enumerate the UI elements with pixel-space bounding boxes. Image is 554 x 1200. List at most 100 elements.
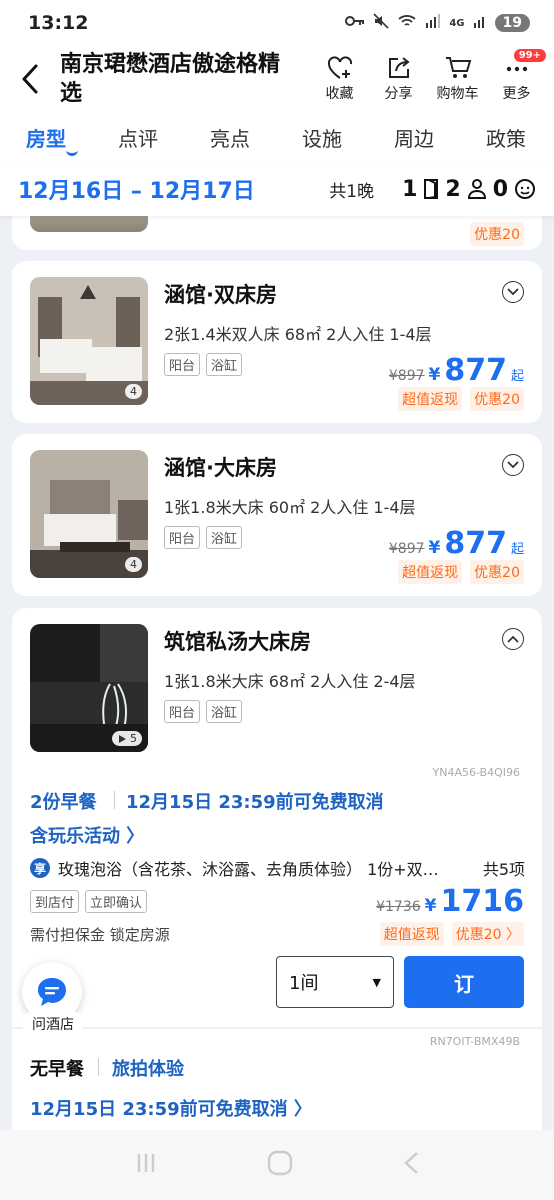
adult-icon bbox=[467, 179, 486, 199]
chevron-up-icon bbox=[507, 635, 519, 643]
recents-icon bbox=[138, 1154, 155, 1172]
room-photo[interactable]: 4 bbox=[30, 450, 148, 578]
tab-rooms[interactable]: 房型 bbox=[0, 123, 92, 156]
tab-policy[interactable]: 政策 bbox=[460, 123, 552, 152]
collapse-button[interactable] bbox=[502, 628, 524, 650]
stay-dates[interactable]: 12月16日 – 12月17日 bbox=[18, 173, 255, 205]
tag-balcony: 阳台 bbox=[164, 353, 201, 376]
breakfast-info: 无早餐 bbox=[30, 1059, 84, 1080]
currency: ¥ bbox=[424, 896, 437, 916]
favorite-button[interactable]: 收藏 bbox=[310, 55, 369, 103]
room-price: ¥897 ¥ 877 起 bbox=[389, 526, 524, 561]
room-tags: 阳台 浴缸 bbox=[164, 526, 243, 549]
tag-bathtub: 浴缸 bbox=[206, 353, 243, 376]
dropdown-caret-icon: ▼ bbox=[372, 975, 381, 989]
children-count: 0 bbox=[492, 176, 508, 202]
tag-balcony: 阳台 bbox=[164, 526, 201, 549]
section-tabs: 房型 点评 亮点 设施 周边 政策 bbox=[0, 112, 554, 162]
play-icon bbox=[119, 734, 126, 743]
activity-link[interactable]: 含玩乐活动 〉 bbox=[30, 822, 144, 848]
rate-code: RN7OIT-BMX49B bbox=[429, 1035, 520, 1048]
wifi-icon bbox=[397, 13, 417, 33]
tab-nearby[interactable]: 周边 bbox=[368, 123, 460, 152]
signal-icon-2 bbox=[473, 14, 487, 32]
chevron-down-icon bbox=[507, 461, 519, 469]
room-quantity-value: 1间 bbox=[289, 973, 319, 994]
promo-tags: 超值返现 优惠20 bbox=[398, 387, 524, 411]
tab-highlights[interactable]: 亮点 bbox=[184, 123, 276, 152]
breakfast-info: 2份早餐 bbox=[30, 792, 97, 813]
cancel-policy[interactable]: 12月15日 23:59前可免费取消 〉 bbox=[30, 1095, 312, 1121]
book-button[interactable]: 订 bbox=[404, 956, 524, 1008]
promo-cashback: 超值返现 bbox=[379, 922, 444, 946]
room-card[interactable]: 4 涵馆·大床房 1张1.8米大床 60㎡ 2人入住 1-4层 阳台 浴缸 ¥8… bbox=[12, 434, 542, 596]
room-quantity-select[interactable]: 1间 ▼ bbox=[276, 956, 394, 1008]
room-card-partial[interactable]: 优惠20 bbox=[12, 216, 542, 250]
more-button[interactable]: 99+ 更多 bbox=[487, 49, 546, 103]
promo-cashback: 超值返现 bbox=[398, 560, 463, 584]
currency: ¥ bbox=[428, 538, 441, 558]
video-photo-count: 5 bbox=[112, 731, 142, 746]
hotel-title: 南京珺懋酒店傲途格精选 bbox=[60, 52, 281, 106]
battery-indicator: 19 bbox=[494, 14, 530, 32]
network-type: 4G bbox=[449, 17, 465, 29]
signal-icon bbox=[425, 14, 441, 32]
cancel-policy[interactable]: 12月15日 23:59前可免费取消 bbox=[126, 788, 384, 814]
rate-plan[interactable]: RN7OIT-BMX49B 无早餐 旅拍体验 12月15日 23:59前可免费取… bbox=[12, 1028, 542, 1130]
tag-bathtub: 浴缸 bbox=[206, 700, 243, 723]
cart-label: 购物车 bbox=[436, 86, 479, 102]
adults-count: 2 bbox=[445, 176, 461, 202]
room-photo[interactable] bbox=[30, 216, 148, 232]
guest-selector[interactable]: 1 2 0 bbox=[402, 177, 536, 202]
tag-balcony: 阳台 bbox=[164, 700, 201, 723]
cart-icon bbox=[445, 57, 471, 78]
date-guest-bar[interactable]: 12月16日 – 12月17日 共1晚 1 2 0 bbox=[0, 162, 554, 216]
expand-button[interactable] bbox=[502, 454, 524, 476]
rate-code: YN4A56-B4QI96 bbox=[432, 766, 521, 779]
original-price: ¥897 bbox=[388, 541, 425, 557]
room-info: 2张1.4米双人床 68㎡ 2人入住 1-4层 bbox=[164, 325, 432, 344]
favorite-label: 收藏 bbox=[325, 86, 354, 102]
cart-button[interactable]: 购物车 bbox=[428, 55, 487, 103]
room-name: 涵馆·大床房 bbox=[164, 456, 277, 480]
rate-plan[interactable]: YN4A56-B4QI96 2份早餐 12月15日 23:59前可免费取消 含玩… bbox=[12, 762, 542, 1027]
ask-hotel-button[interactable]: 问酒店 bbox=[22, 962, 84, 1038]
price-value: 877 bbox=[444, 526, 507, 561]
photo-count: 5 bbox=[130, 732, 137, 745]
promo-tags: 超值返现 优惠20 〉 bbox=[379, 922, 524, 946]
room-photo[interactable]: 5 bbox=[30, 624, 148, 752]
system-back-button[interactable] bbox=[402, 1150, 420, 1180]
share-button[interactable]: 分享 bbox=[369, 55, 428, 103]
rate-tags: 到店付 立即确认 bbox=[30, 890, 148, 913]
divider bbox=[114, 791, 115, 809]
divider bbox=[98, 1058, 99, 1076]
back-button[interactable] bbox=[0, 46, 60, 112]
share-icon bbox=[388, 57, 410, 78]
room-photo[interactable]: 4 bbox=[30, 277, 148, 405]
perk-text: 玫瑰泡浴（含花茶、沐浴露、去角质体验） 1份+双… bbox=[58, 860, 439, 879]
promo-discount[interactable]: 优惠20 〉 bbox=[451, 922, 524, 946]
room-card[interactable]: 4 涵馆·双床房 2张1.4米双人床 68㎡ 2人入住 1-4层 阳台 浴缸 ¥… bbox=[12, 261, 542, 423]
recent-apps-button[interactable] bbox=[134, 1152, 158, 1178]
key-icon bbox=[345, 15, 365, 31]
room-door-icon bbox=[424, 179, 439, 199]
currency: ¥ bbox=[428, 365, 441, 385]
chat-icon bbox=[38, 978, 66, 1006]
perk-row[interactable]: 享 玫瑰泡浴（含花茶、沐浴露、去角质体验） 1份+双… 共5项 bbox=[30, 856, 525, 880]
home-button[interactable] bbox=[267, 1150, 293, 1180]
nights-count: 共1晚 bbox=[329, 181, 375, 202]
room-price: ¥897 ¥ 877 起 bbox=[389, 353, 524, 388]
expand-button[interactable] bbox=[502, 281, 524, 303]
back-arrow-icon bbox=[22, 64, 38, 94]
tag-instant-confirm: 立即确认 bbox=[85, 890, 148, 913]
ask-hotel-label: 问酒店 bbox=[23, 1012, 83, 1036]
tab-facilities[interactable]: 设施 bbox=[276, 123, 368, 152]
room-card-expanded[interactable]: 5 筑馆私汤大床房 1张1.8米大床 68㎡ 2人入住 2-4层 阳台 浴缸 bbox=[12, 608, 542, 768]
price-value: 1716 bbox=[440, 884, 525, 919]
tab-reviews[interactable]: 点评 bbox=[92, 123, 184, 152]
tag-pay-at-hotel: 到店付 bbox=[30, 890, 80, 913]
room-name: 涵馆·双床房 bbox=[164, 283, 277, 307]
original-price: ¥1736 bbox=[376, 899, 421, 915]
photo-experience: 旅拍体验 bbox=[112, 1059, 184, 1080]
promo-tags: 超值返现 优惠20 bbox=[398, 560, 524, 584]
